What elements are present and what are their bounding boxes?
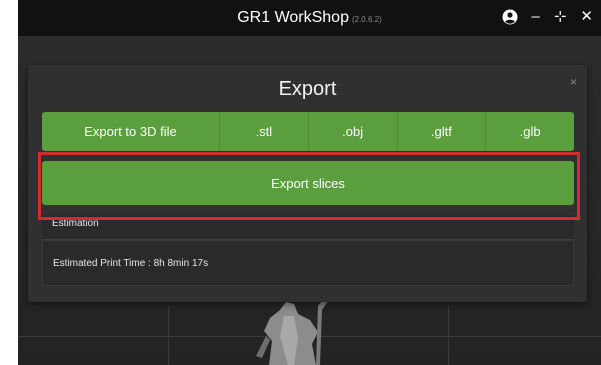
app-version: (2.0.6.2) <box>351 15 382 24</box>
estimated-print-time: Estimated Print Time : 8h 8min 17s <box>42 240 574 286</box>
export-gltf-button[interactable]: .gltf <box>397 112 487 151</box>
figurine-model <box>256 296 330 365</box>
estimation-header: Estimation <box>42 215 574 240</box>
export-to-3d-file-button[interactable]: Export to 3D file <box>42 112 220 151</box>
maximize-button[interactable]: ⊹ <box>554 8 567 26</box>
dialog-close-button[interactable]: × <box>570 75 577 89</box>
window-controls: – ⊹ ✕ <box>502 8 593 26</box>
export-stl-button[interactable]: .stl <box>220 112 309 151</box>
dialog-title: Export <box>278 78 337 100</box>
export-slices-button[interactable]: Export slices <box>42 161 574 205</box>
export-format-row: Export to 3D file .stl .obj .gltf .glb <box>42 112 574 151</box>
export-glb-button[interactable]: .glb <box>486 112 574 151</box>
grid-line <box>448 306 449 365</box>
title-bar: GR1 WorkShop (2.0.6.2) – ⊹ ✕ <box>18 0 601 36</box>
grid-line <box>168 306 169 365</box>
export-obj-button[interactable]: .obj <box>308 112 398 151</box>
user-circle-icon[interactable] <box>502 9 518 25</box>
minimize-button[interactable]: – <box>532 8 540 26</box>
app-name: GR1 WorkShop <box>237 9 349 26</box>
app-window: GR1 WorkShop (2.0.6.2) – ⊹ ✕ Export × Ex… <box>18 0 601 365</box>
close-window-button[interactable]: ✕ <box>580 8 593 26</box>
export-dialog: Export × Export to 3D file .stl .obj .gl… <box>28 65 587 302</box>
